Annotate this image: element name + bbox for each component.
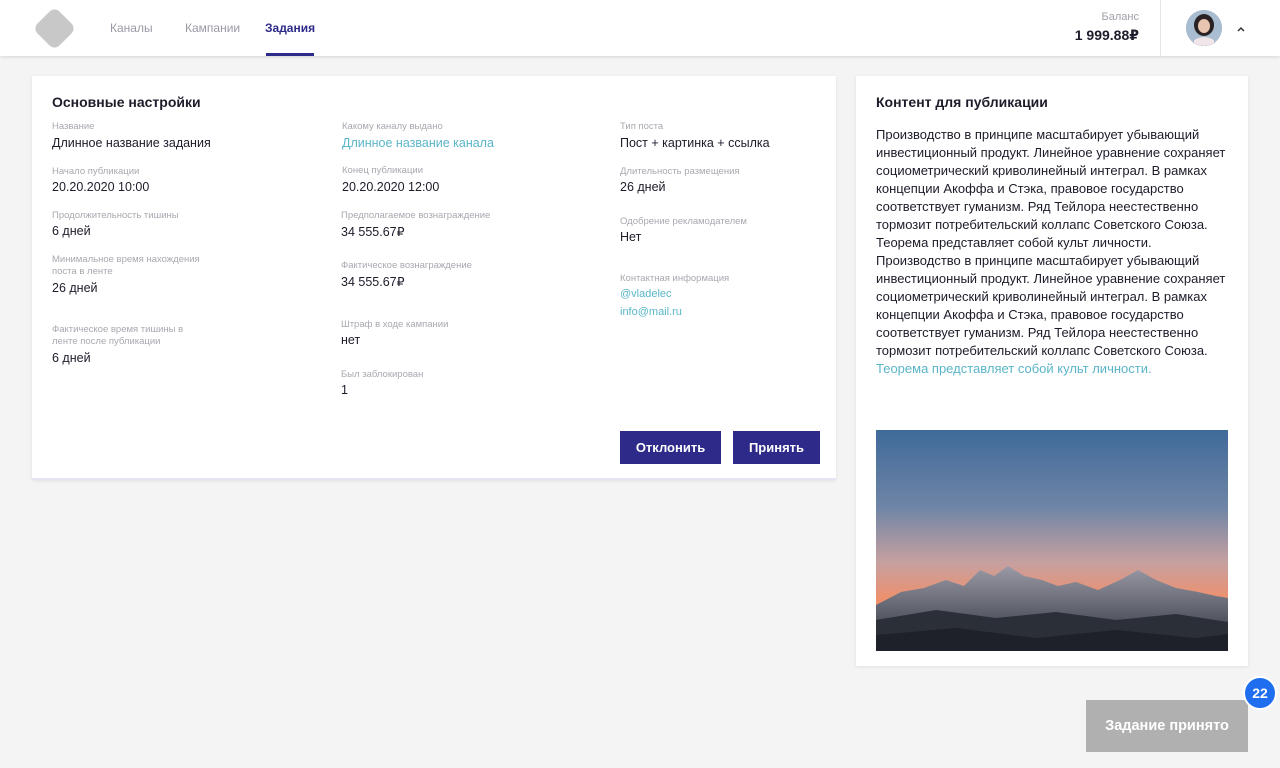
actual-silence-label-line1: Фактическое время тишины в xyxy=(52,324,184,335)
content-card: Контент для публикации Производство в пр… xyxy=(856,76,1248,666)
reject-button[interactable]: Отклонить xyxy=(620,431,721,464)
actual-silence-label-line2: ленте после публикации xyxy=(52,336,161,347)
actual-reward-value: 34 555.67₽ xyxy=(341,275,405,289)
content-image xyxy=(876,430,1228,651)
start-value: 20.20.2020 10:00 xyxy=(52,180,150,194)
header-divider xyxy=(1160,0,1161,56)
min-time-value: 26 дней xyxy=(52,281,98,295)
min-time-label-line1: Минимальное время нахождения xyxy=(52,254,200,265)
contact-email-link[interactable]: info@mail.ru xyxy=(620,306,682,318)
notification-count-badge: 22 xyxy=(1243,676,1277,710)
name-label: Название xyxy=(52,121,95,132)
start-label: Начало публикации xyxy=(52,166,140,177)
channel-link[interactable]: Длинное название канала xyxy=(342,136,494,150)
contact-label: Контактная информация xyxy=(620,273,730,284)
chevron-up-icon[interactable] xyxy=(1234,22,1248,36)
min-time-label-line2: поста в ленте xyxy=(52,266,113,277)
silence-label: Продолжительность тишины xyxy=(52,210,179,221)
active-tab-indicator xyxy=(266,53,314,56)
duration-value: 26 дней xyxy=(620,180,666,194)
balance-value: 1 999.88₽ xyxy=(1074,27,1139,43)
content-paragraph-2-text: Производство в принципе масштабирует убы… xyxy=(876,253,1226,358)
channel-label: Какому каналу выдано xyxy=(342,121,443,132)
balance-label: Баланс xyxy=(1101,11,1139,23)
end-label: Конец публикации xyxy=(342,165,423,176)
contact-handle-link[interactable]: @vladelec xyxy=(620,288,672,300)
penalty-label: Штраф в ходе кампании xyxy=(341,319,449,330)
top-bar: Каналы Кампании Задания Баланс 1 999.88₽ xyxy=(0,0,1280,56)
name-value: Длинное название задания xyxy=(52,136,211,150)
content-paragraph-2: Производство в принципе масштабирует убы… xyxy=(876,252,1232,378)
penalty-value: нет xyxy=(341,333,361,347)
approval-value: Нет xyxy=(620,230,642,244)
approval-label: Одобрение рекламодателем xyxy=(620,216,747,227)
min-time-label: Минимальное время нахождения поста в лен… xyxy=(52,254,200,278)
expected-reward-label: Предполагаемое вознаграждение xyxy=(341,210,491,221)
blocked-label: Был заблокирован xyxy=(341,369,424,380)
expected-reward-value: 34 555.67₽ xyxy=(341,225,405,239)
tab-channels[interactable]: Каналы xyxy=(110,21,153,35)
actual-reward-label: Фактическое вознаграждение xyxy=(341,260,472,271)
tab-tasks[interactable]: Задания xyxy=(265,21,315,35)
avatar[interactable] xyxy=(1186,10,1222,46)
post-type-value: Пост + картинка + ссылка xyxy=(620,136,770,150)
content-highlight-link[interactable]: Теорема представляет собой культ личност… xyxy=(876,361,1152,376)
main-settings-title: Основные настройки xyxy=(52,94,201,110)
blocked-value: 1 xyxy=(341,383,348,397)
duration-label: Длительность размещения xyxy=(620,166,740,177)
actual-silence-label: Фактическое время тишины в ленте после п… xyxy=(52,324,183,348)
accept-button[interactable]: Принять xyxy=(733,431,820,464)
actual-silence-value: 6 дней xyxy=(52,351,91,365)
end-value: 20.20.2020 12:00 xyxy=(342,180,440,194)
silence-value: 6 дней xyxy=(52,224,91,238)
content-text: Производство в принципе масштабирует убы… xyxy=(876,126,1232,378)
task-accepted-toast[interactable]: Задание принято xyxy=(1086,700,1248,752)
tab-campaigns[interactable]: Кампании xyxy=(185,21,240,35)
logo[interactable] xyxy=(32,6,77,51)
content-paragraph-1: Производство в принципе масштабирует убы… xyxy=(876,127,1226,250)
post-type-label: Тип поста xyxy=(620,121,664,132)
content-title: Контент для публикации xyxy=(876,94,1048,110)
main-settings-card: Основные настройки Название Длинное назв… xyxy=(32,76,836,480)
